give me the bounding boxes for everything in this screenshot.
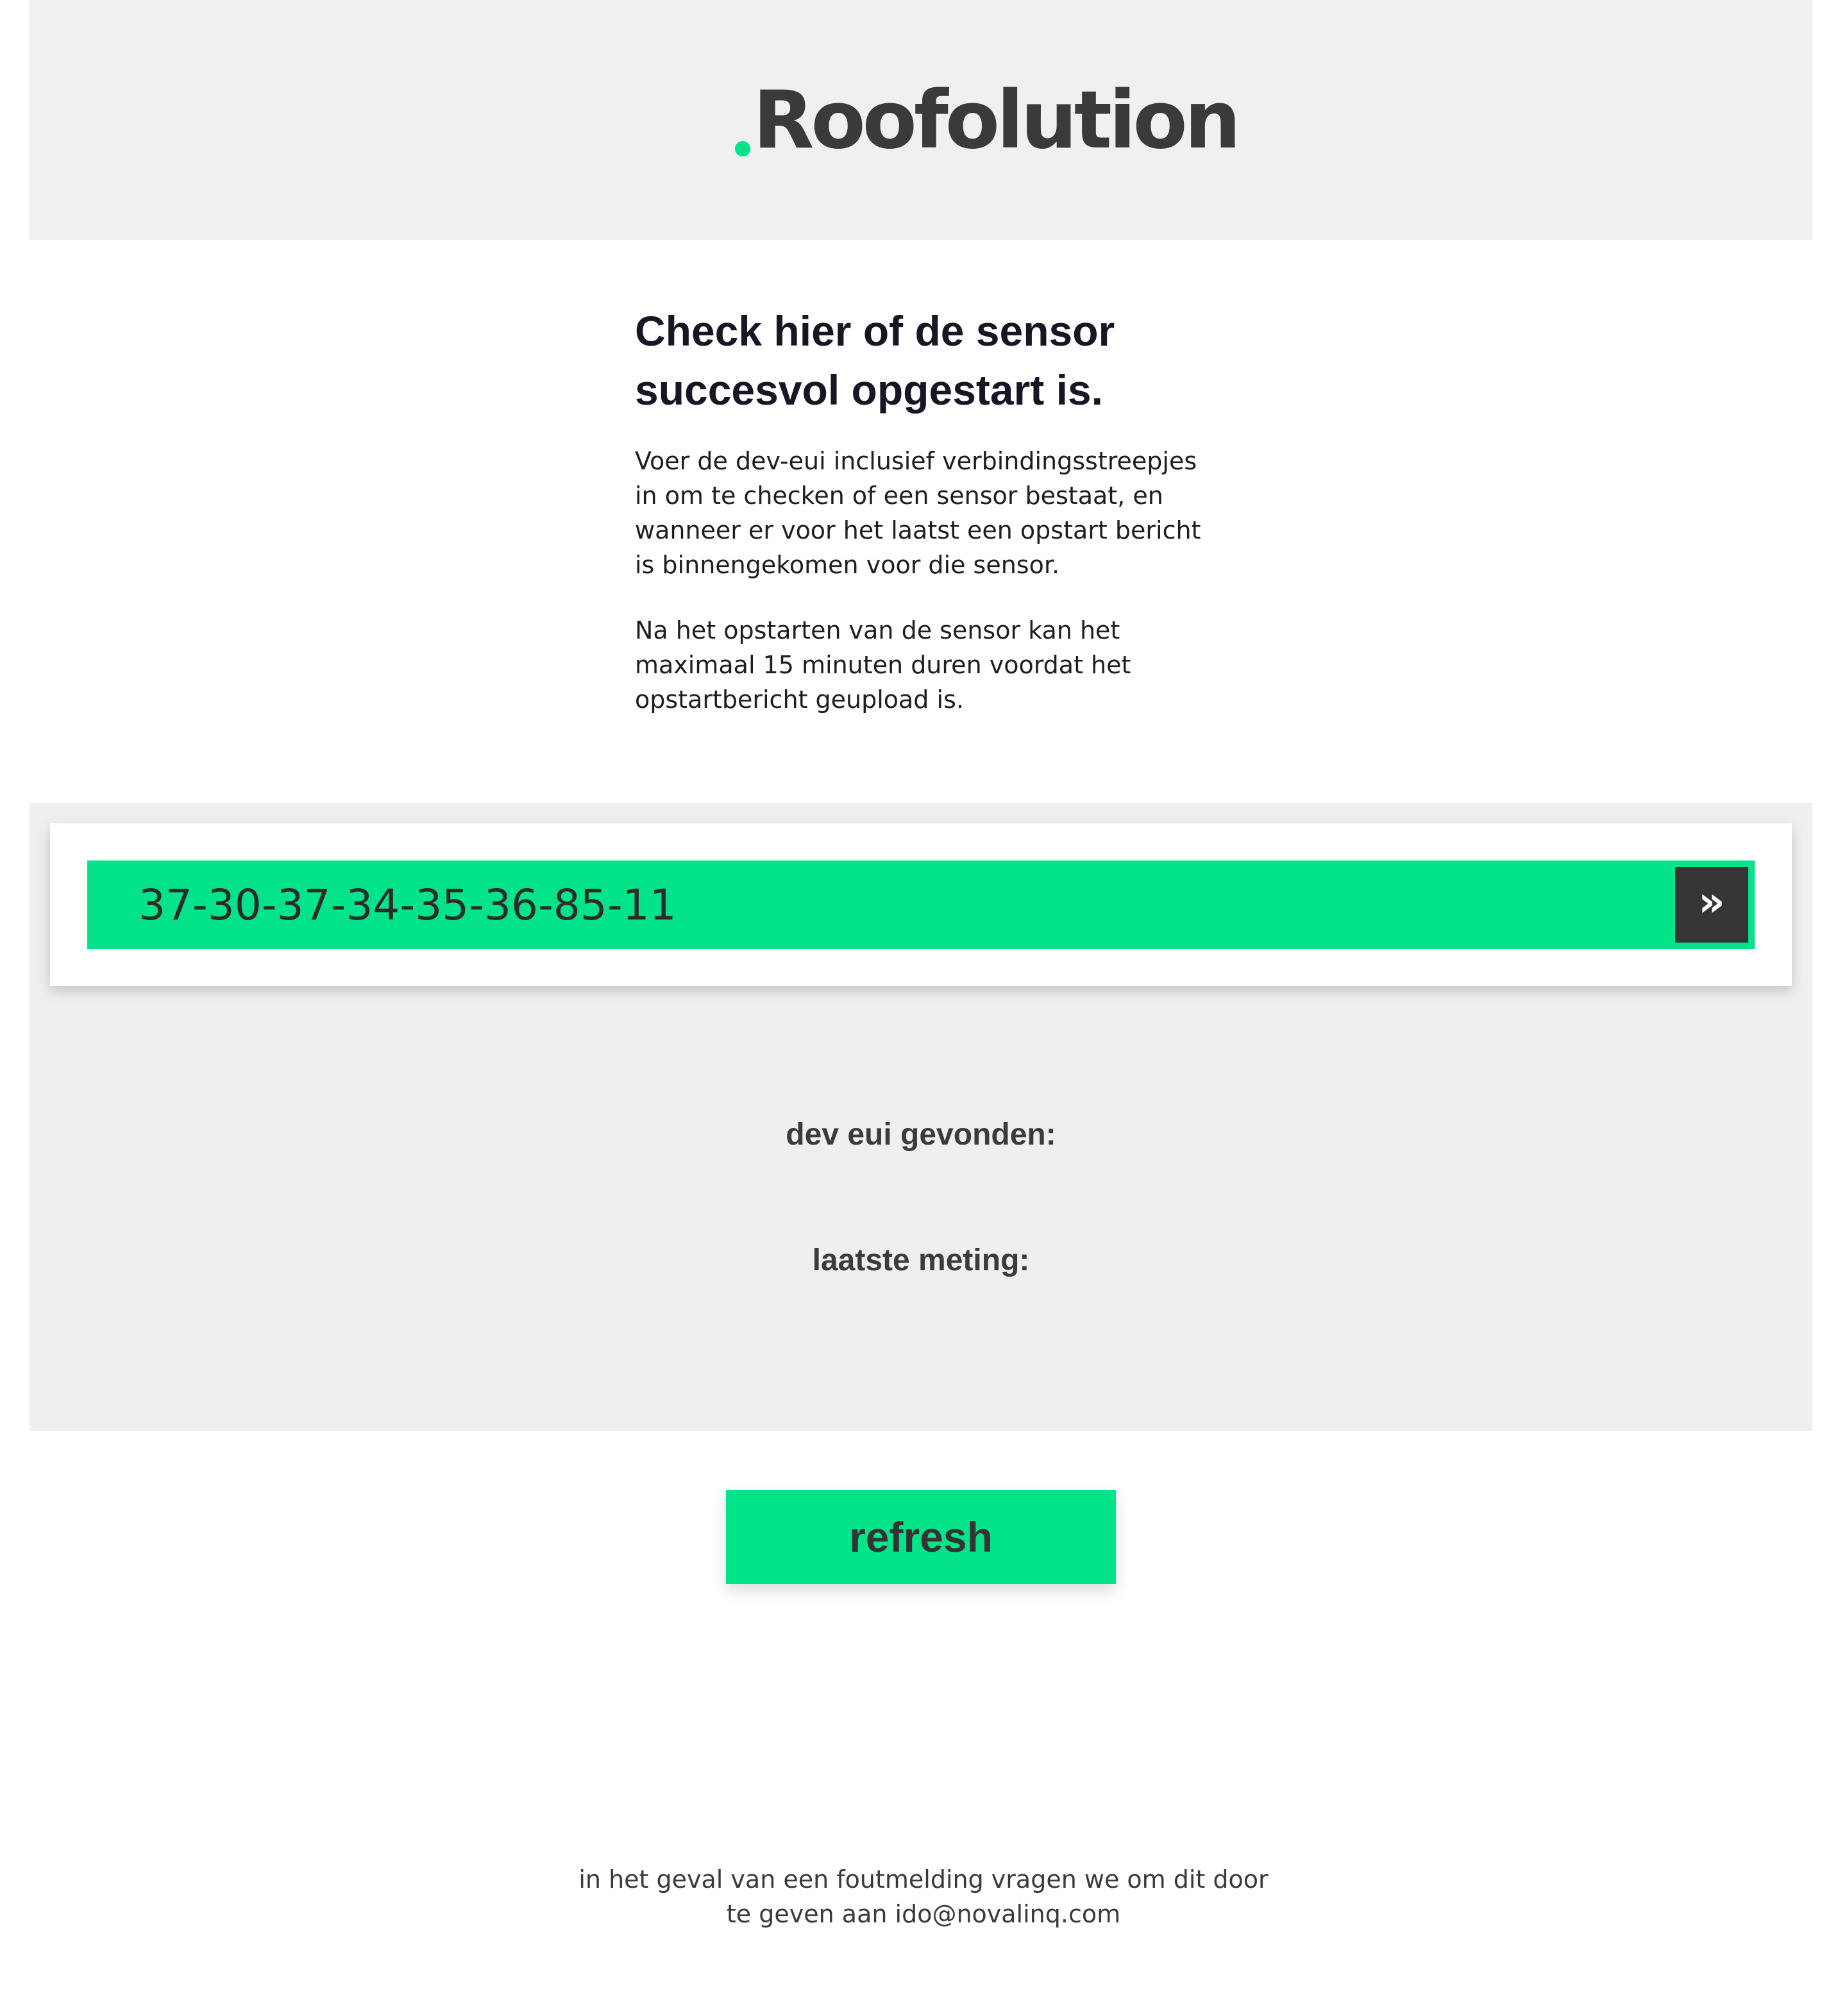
intro-section: Check hier of de sensor succesvol opgest…: [635, 301, 1212, 717]
logo-dot-icon: [735, 141, 750, 156]
page-title: Check hier of de sensor succesvol opgest…: [635, 301, 1212, 419]
last-measurement-label: laatste meting:: [812, 1243, 1030, 1277]
page-title-line1: Check hier of de sensor: [635, 307, 1115, 355]
site-header: Roofolution: [30, 0, 1812, 240]
search-card: »: [50, 823, 1792, 986]
footer-error-note: in het geval van een foutmelding vragen …: [539, 1862, 1308, 1931]
dev-eui-found-label: dev eui gevonden:: [786, 1118, 1056, 1152]
double-chevron-right-icon: »: [1698, 878, 1725, 926]
intro-paragraph-delay-note: Na het opstarten van de sensor kan het m…: [635, 616, 1131, 714]
page-title-line2: succesvol opgestart is.: [635, 366, 1103, 414]
submit-button[interactable]: »: [1675, 867, 1748, 943]
footer-line1: in het geval van een foutmelding vragen …: [578, 1865, 1269, 1894]
intro-paragraph-instructions: Voer de dev-eui inclusief verbindingsstr…: [635, 447, 1201, 579]
dev-eui-input[interactable]: [87, 861, 1671, 949]
sensor-check-section: » dev eui gevonden: laatste meting:: [30, 803, 1812, 1431]
refresh-button[interactable]: refresh: [726, 1490, 1116, 1584]
roofolution-logo: Roofolution: [735, 74, 1241, 167]
search-bar: »: [87, 861, 1755, 949]
footer-line2: te geven aan ido@novalinq.com: [726, 1900, 1121, 1928]
logo-text: Roofolution: [753, 74, 1241, 167]
